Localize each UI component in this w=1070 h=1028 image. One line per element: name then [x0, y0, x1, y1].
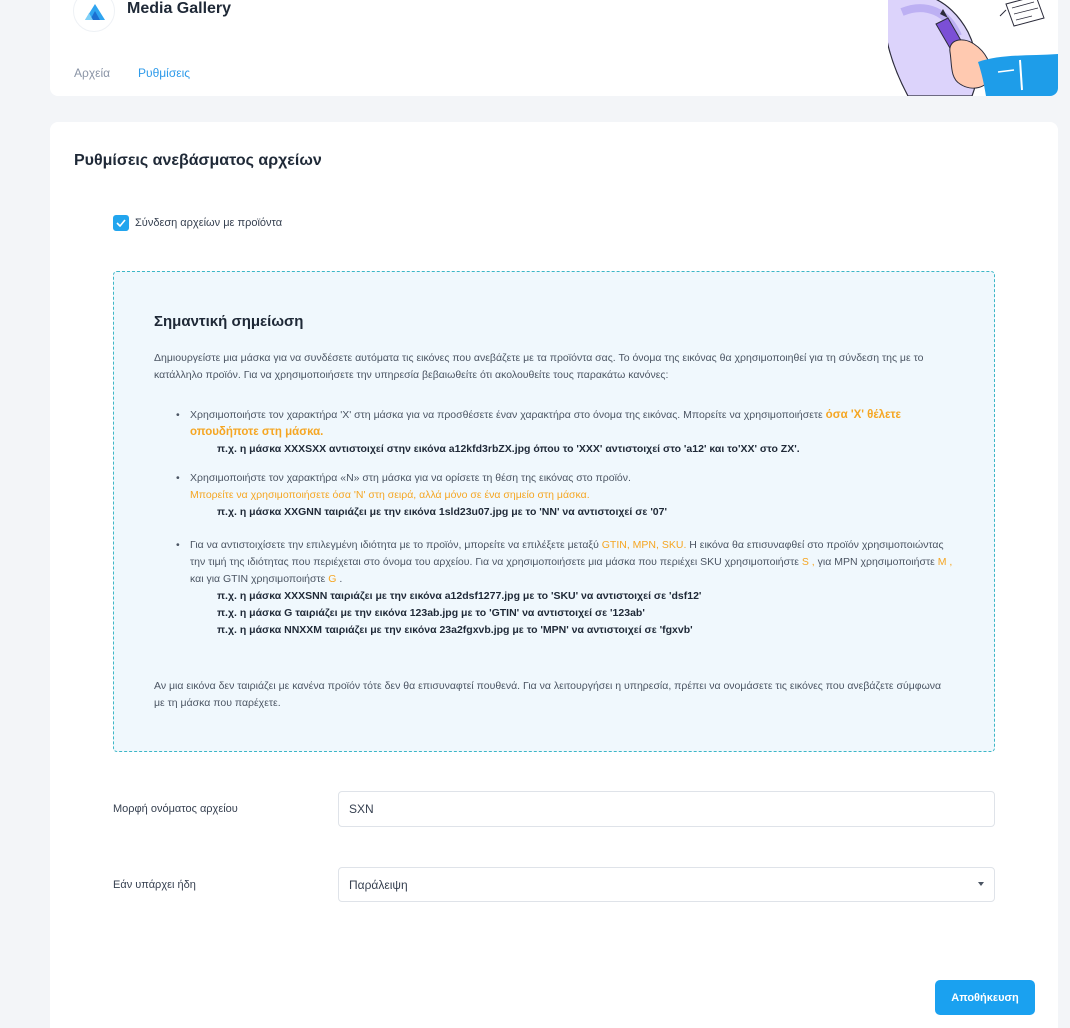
upload-settings-card: Ρυθμίσεις ανεβάσματος αρχείων Σύνδεση αρ… — [50, 122, 1058, 1028]
tab-settings[interactable]: Ρυθμίσεις — [138, 66, 190, 80]
caret-down-icon[interactable] — [978, 882, 984, 886]
app-logo — [73, 0, 115, 32]
rules-list: Χρησιμοποιήστε τον χαρακτήρα 'X' στη μάσ… — [154, 407, 954, 639]
save-button[interactable]: Αποθήκευση — [935, 980, 1035, 1015]
link-files-checkbox[interactable] — [113, 215, 129, 231]
rule-x-example: π.χ. η μάσκα XXXSXX αντιστοιχεί στην εικ… — [217, 443, 800, 455]
rule-n-text: Χρησιμοποιήστε τον χαρακτήρα «N» στη μάσ… — [190, 472, 631, 484]
note-title: Σημαντική σημείωση — [154, 313, 304, 330]
rule-attr-text-5: . — [336, 573, 343, 585]
triangle-logo-icon — [85, 4, 105, 20]
rule-n-example: π.χ. η μάσκα XXGNN ταιριάζει με την εικό… — [217, 506, 667, 518]
rule-attr-example-gtin: π.χ. η μάσκα G ταιριάζει με την εικόνα 1… — [217, 607, 645, 619]
rule-attr-highlight-1: GTIN, MPN, SKU. — [601, 539, 687, 551]
filename-format-label: Μορφή ονόματος αρχείου — [113, 803, 238, 815]
check-icon — [116, 219, 126, 227]
rule-n-highlight: Μπορείτε να χρησιμοποιήσετε όσα 'N' στη … — [190, 489, 590, 501]
link-files-checkbox-row[interactable]: Σύνδεση αρχείων με προϊόντα — [113, 215, 282, 231]
important-note: Σημαντική σημείωση Δημιουργείστε μια μάσ… — [113, 271, 995, 752]
if-exists-label: Εάν υπάρχει ήδη — [113, 879, 196, 891]
tab-files[interactable]: Αρχεία — [74, 66, 110, 80]
rule-n: Χρησιμοποιήστε τον χαρακτήρα «N» στη μάσ… — [154, 470, 954, 521]
filename-format-input[interactable] — [338, 791, 995, 827]
rule-x: Χρησιμοποιήστε τον χαρακτήρα 'X' στη μάσ… — [154, 407, 954, 458]
hand-holding-pen-illustration — [888, 0, 1058, 96]
rule-attr-text-3: για MPN χρησιμοποιήστε — [814, 556, 938, 568]
rule-attribute: Για να αντιστοιχίσετε την επιλεγμένη ιδι… — [154, 537, 954, 639]
header-card: Media Gallery Αρχεία Ρυθμίσεις — [50, 0, 1058, 96]
rule-attr-text-4: και για GTIN χρησιμοποιήστε — [190, 573, 329, 585]
rule-attr-highlight-s: S , — [801, 556, 815, 568]
rule-attr-highlight-m: M , — [937, 556, 953, 568]
note-intro: Δημιουργείστε μια μάσκα για να συνδέσετε… — [154, 352, 924, 381]
if-exists-select[interactable]: Παράλειψη — [338, 867, 995, 902]
rule-attr-example-sku: π.χ. η μάσκα XXXSNN ταιριάζει με την εικ… — [217, 590, 702, 602]
rule-x-text: Χρησιμοποιήστε τον χαρακτήρα 'X' στη μάσ… — [190, 409, 826, 421]
section-title: Ρυθμίσεις ανεβάσματος αρχείων — [74, 152, 322, 169]
app-title: Media Gallery — [127, 0, 232, 17]
rule-attr-text-1: Για να αντιστοιχίσετε την επιλεγμένη ιδι… — [190, 539, 602, 551]
note-outro: Αν μια εικόνα δεν ταιριάζει με κανένα πρ… — [154, 680, 942, 709]
rule-attr-example-mpn: π.χ. η μάσκα NNXXM ταιριάζει με την εικό… — [217, 624, 693, 636]
if-exists-value: Παράλειψη — [349, 878, 408, 892]
link-files-label: Σύνδεση αρχείων με προϊόντα — [135, 217, 283, 229]
